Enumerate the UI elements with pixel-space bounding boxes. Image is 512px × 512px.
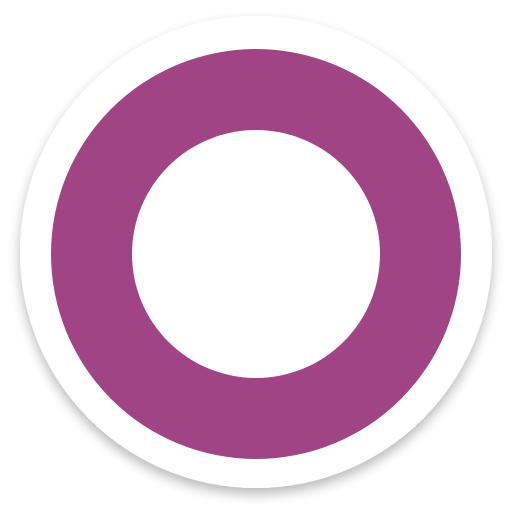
ring-logo-icon [20,16,492,488]
icon-center-hole [132,130,380,378]
app-icon-canvas [0,0,512,512]
